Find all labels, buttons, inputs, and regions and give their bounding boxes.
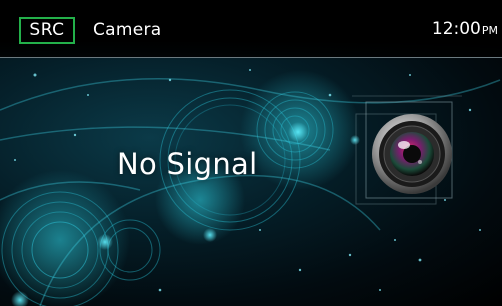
- camera-lens-icon: [352, 95, 462, 205]
- clock: 12:00PM: [432, 18, 498, 42]
- clock-time: 12:00: [431, 19, 481, 39]
- clock-ampm: PM: [481, 24, 498, 37]
- camera-screen: SRC Camera 12:00PM No Signal: [0, 0, 502, 306]
- source-button[interactable]: SRC: [19, 17, 75, 44]
- top-bar-divider: [0, 57, 502, 58]
- no-signal-message: No Signal: [117, 147, 258, 181]
- current-source-label: Camera: [93, 20, 162, 40]
- top-bar: [0, 0, 502, 58]
